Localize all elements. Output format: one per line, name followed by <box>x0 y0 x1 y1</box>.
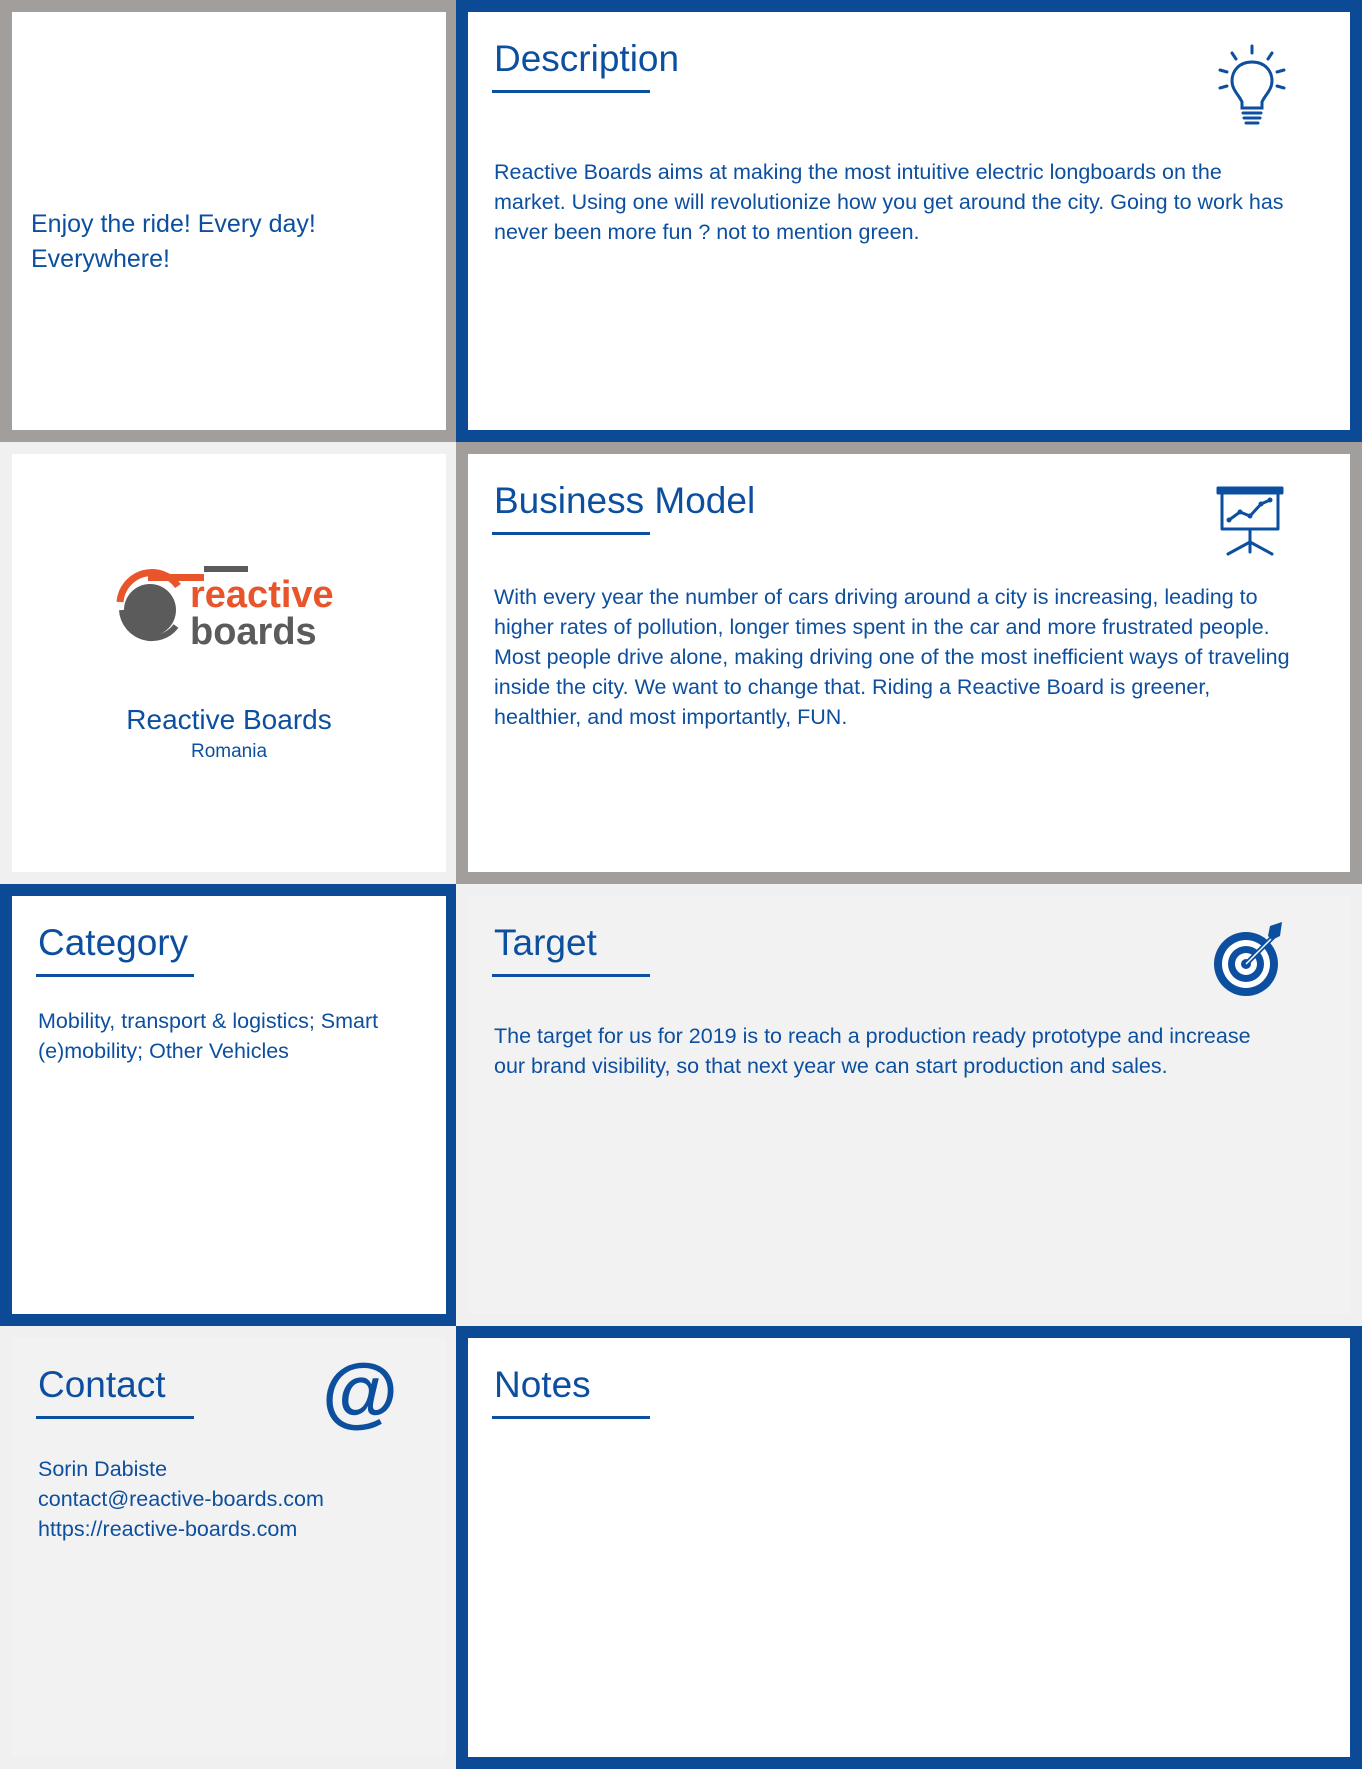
description-body: Reactive Boards aims at making the most … <box>494 160 1284 244</box>
target-card: Target The target for us for 2019 is to … <box>456 884 1362 1326</box>
logo-text-top: reactive <box>190 574 334 616</box>
reactive-boards-logo: reactive boards <box>116 566 334 652</box>
category-body: Mobility, transport & logistics; Smart (… <box>38 1009 379 1063</box>
category-card: Category Mobility, transport & logistics… <box>0 884 458 1326</box>
contact-underline <box>36 1416 194 1419</box>
target-icon <box>1214 922 1282 996</box>
target-heading: Target <box>494 922 597 963</box>
business-model-card: Business Model With every year the numbe… <box>456 442 1362 884</box>
organization-card: reactive boards Reactive Boards Romania <box>0 442 458 884</box>
business-model-heading: Business Model <box>494 480 756 521</box>
organization-name: Reactive Boards <box>126 704 332 735</box>
logo-text-bottom: boards <box>190 611 317 652</box>
organization-country: Romania <box>190 741 268 762</box>
presentation-chart-icon <box>1216 486 1284 556</box>
description-underline <box>492 90 650 93</box>
contact-name: Sorin Dabiste <box>38 1457 168 1481</box>
tagline-card: Enjoy the ride! Every day! Everywhere! <box>0 0 458 442</box>
contact-card: Contact @ Sorin Dabiste contact@reactive… <box>0 1326 458 1769</box>
contact-email[interactable]: contact@reactive-boards.com <box>38 1484 324 1514</box>
notes-card: Notes <box>456 1326 1362 1769</box>
business-model-body: With every year the number of cars drivi… <box>494 585 1290 729</box>
category-underline <box>36 974 194 977</box>
description-card: Description Reactive Boards aims at maki… <box>456 0 1362 442</box>
description-heading: Description <box>494 38 680 79</box>
target-body: The target for us for 2019 is to reach a… <box>494 1024 1251 1078</box>
lightbulb-icon <box>1218 44 1286 125</box>
contact-website-link[interactable]: https://reactive-boards.com <box>38 1514 297 1544</box>
at-sign-icon: @ <box>322 1347 399 1435</box>
notes-underline <box>492 1416 650 1419</box>
tagline-text: Enjoy the ride! Every day! Everywhere! <box>31 210 316 273</box>
category-heading: Category <box>38 922 189 963</box>
business-model-underline <box>492 532 650 535</box>
notes-heading: Notes <box>494 1364 591 1405</box>
target-underline <box>492 974 650 977</box>
contact-heading: Contact <box>38 1364 166 1405</box>
